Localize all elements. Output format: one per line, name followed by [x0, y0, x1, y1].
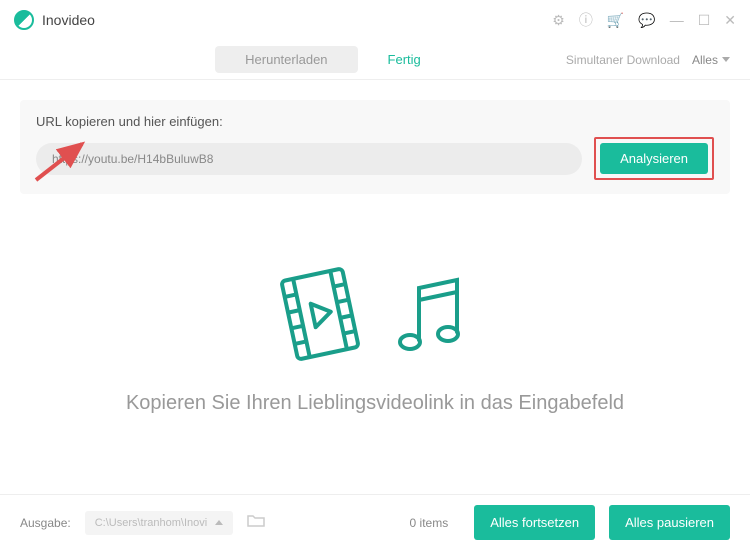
tab-done[interactable]: Fertig [358, 46, 451, 73]
footer: Ausgabe: C:\Users\tranhom\Inovi 0 items … [0, 494, 750, 550]
output-path-value: C:\Users\tranhom\Inovi [95, 517, 207, 529]
simultaneous-download-label: Simultaner Download [566, 53, 680, 67]
pause-all-button[interactable]: Alles pausieren [609, 505, 730, 540]
chat-icon[interactable]: 💬 [638, 12, 655, 29]
open-folder-icon[interactable] [247, 513, 265, 532]
chevron-up-icon [215, 520, 223, 525]
window-controls: ⚙ ⓘ 🛒 💬 — ☐ ✕ [552, 10, 736, 30]
download-count-select[interactable]: Alles [692, 53, 730, 67]
maximize-icon[interactable]: ☐ [698, 12, 711, 29]
cart-icon[interactable]: 🛒 [607, 12, 624, 29]
output-label: Ausgabe: [20, 516, 71, 530]
music-note-icon [385, 264, 475, 364]
info-icon[interactable]: ⓘ [579, 10, 593, 30]
empty-state-text: Kopieren Sie Ihren Lieblingsvideolink in… [126, 392, 624, 415]
download-count-value: Alles [692, 53, 718, 67]
title-bar: Inovideo ⚙ ⓘ 🛒 💬 — ☐ ✕ [0, 0, 750, 40]
empty-state: Kopieren Sie Ihren Lieblingsvideolink in… [0, 264, 750, 415]
tabs: Herunterladen Fertig [215, 46, 451, 73]
chevron-down-icon [722, 57, 730, 62]
tab-download[interactable]: Herunterladen [215, 46, 357, 73]
resume-all-button[interactable]: Alles fortsetzen [474, 505, 595, 540]
output-path-select[interactable]: C:\Users\tranhom\Inovi [85, 511, 233, 535]
app-logo-icon [14, 10, 34, 30]
app-name: Inovideo [42, 12, 552, 28]
url-box-title: URL kopieren und hier einfügen: [36, 114, 714, 129]
nav-right: Simultaner Download Alles [566, 53, 730, 67]
url-box: URL kopieren und hier einfügen: Analysie… [20, 100, 730, 194]
analyze-button[interactable]: Analysieren [600, 143, 708, 174]
close-icon[interactable]: ✕ [724, 12, 736, 29]
minimize-icon[interactable]: — [670, 12, 684, 28]
nav-bar: Herunterladen Fertig Simultaner Download… [0, 40, 750, 80]
settings-icon[interactable]: ⚙ [552, 12, 565, 29]
film-play-icon [275, 264, 365, 364]
analyze-highlight: Analysieren [594, 137, 714, 180]
url-input[interactable] [36, 143, 582, 175]
item-count: 0 items [410, 516, 449, 530]
